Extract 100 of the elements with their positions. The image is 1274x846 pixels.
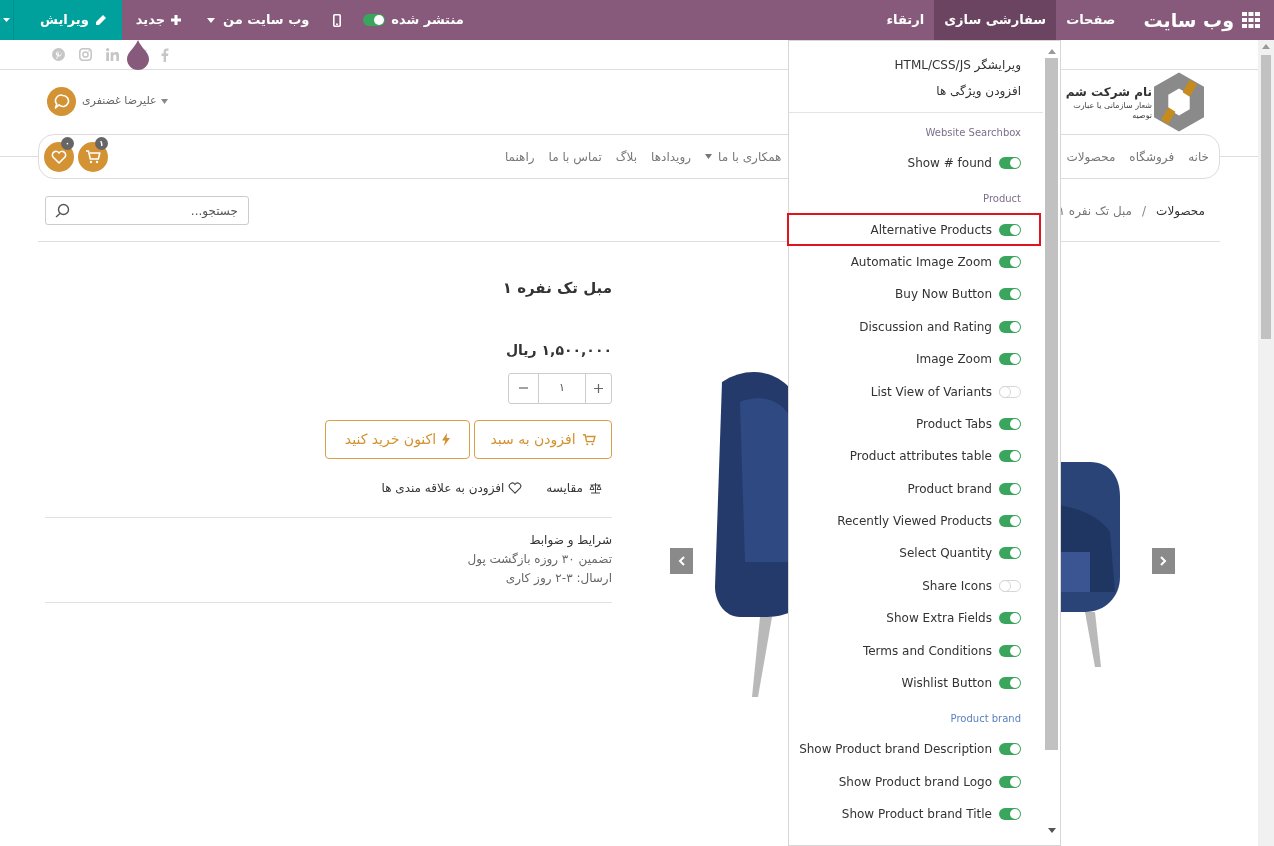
pin-circle-icon[interactable] — [52, 48, 65, 61]
count-badge: ۱ — [95, 136, 108, 150]
company-logo-icon[interactable] — [1154, 71, 1204, 132]
menu-link[interactable]: افزودن ویژگی ها — [789, 78, 1021, 104]
option-row[interactable]: Show Extra Fields — [789, 602, 1021, 635]
new-button[interactable]: جدید — [121, 0, 196, 40]
toggle-switch[interactable] — [999, 353, 1021, 366]
option-row[interactable]: Share Icons — [789, 569, 1021, 603]
balance-scale-icon — [589, 481, 602, 494]
chevron-left-icon — [678, 556, 685, 566]
menu-tab[interactable]: ارتقاء — [876, 0, 935, 40]
toggle-switch[interactable] — [999, 612, 1021, 625]
nav-link[interactable]: راهنما — [504, 147, 535, 166]
toggle-switch[interactable] — [999, 288, 1021, 301]
breadcrumb-separator: / — [1142, 202, 1147, 220]
option-row[interactable]: Show Product brand Title — [789, 798, 1021, 831]
toggle-switch[interactable] — [999, 157, 1021, 170]
my-website-menu[interactable]: وب سایت من — [195, 0, 322, 40]
option-label: Show Extra Fields — [886, 610, 992, 628]
scroll-up-icon[interactable] — [1262, 44, 1270, 49]
toggle-switch[interactable] — [999, 547, 1021, 560]
nav-link[interactable]: تماس با ما — [548, 147, 602, 166]
toggle-switch[interactable] — [999, 223, 1021, 236]
user-menu[interactable]: علیرضا غضنفری — [82, 93, 168, 110]
option-row[interactable]: Product brand — [789, 472, 1021, 505]
toggle-switch[interactable] — [999, 482, 1021, 495]
search-field[interactable]: جستجو... — [45, 196, 249, 225]
breadcrumb-item[interactable]: محصولات — [1156, 201, 1205, 220]
toggle-switch[interactable] — [999, 255, 1021, 268]
scrollbar-thumb[interactable] — [1045, 58, 1058, 750]
toggle-switch[interactable] — [999, 775, 1021, 788]
company-name: نام شرکت شم — [1065, 83, 1152, 101]
product-title: مبل تک نفره ۱ — [501, 278, 612, 299]
menu-tab[interactable]: صفحات — [1056, 0, 1126, 40]
camera-outline-icon[interactable] — [79, 48, 92, 61]
count-badge: ۰ — [61, 136, 74, 150]
toggle-switch[interactable] — [999, 450, 1021, 463]
edit-dropdown-toggle[interactable] — [0, 0, 14, 40]
page-scrollbar[interactable] — [1258, 40, 1274, 846]
toggle-switch[interactable] — [999, 320, 1021, 333]
heart-icon — [51, 149, 67, 164]
facebook-icon[interactable] — [161, 47, 169, 62]
menu-link[interactable]: ویرایشگر HTML/CSS/JS — [789, 52, 1021, 78]
chevron-right-icon — [1160, 556, 1167, 566]
option-row[interactable]: List View of Variants — [789, 375, 1021, 408]
option-row[interactable]: Product attributes table — [789, 440, 1021, 473]
toggle-switch[interactable] — [999, 644, 1021, 657]
option-row[interactable]: Show Product brand Logo — [789, 765, 1021, 799]
carousel-prev-button[interactable] — [670, 548, 693, 574]
scrollbar-thumb[interactable] — [1261, 55, 1271, 339]
option-label: Terms and Conditions — [862, 642, 992, 660]
option-row[interactable]: Automatic Image Zoom — [789, 245, 1021, 279]
nav-link[interactable]: فروشگاه — [1129, 147, 1175, 166]
mobile-preview-icon[interactable] — [333, 13, 342, 27]
option-row[interactable]: Show Product brand Description — [789, 733, 1021, 766]
chat-button[interactable] — [47, 87, 76, 116]
minus-icon — [519, 387, 528, 389]
breadcrumb-item: مبل تک نفره ۱ — [1058, 202, 1133, 220]
nav-link[interactable]: خانه — [1188, 147, 1209, 166]
nav-link[interactable]: محصولات — [1066, 147, 1116, 166]
nav-link[interactable]: همکاری با ما — [705, 147, 782, 166]
published-toggle[interactable] — [363, 14, 386, 26]
option-label: Select Quantity — [899, 545, 992, 563]
product-price: ۱,۵۰۰,۰۰۰ ریال — [504, 340, 612, 360]
toggle-switch[interactable] — [999, 385, 1021, 398]
option-row[interactable]: Buy Now Button — [789, 278, 1021, 311]
toggle-switch[interactable] — [999, 579, 1021, 592]
section-heading: Product — [982, 192, 1021, 207]
add-to-wishlist-link[interactable]: افزودن به علاقه مندی ها — [381, 478, 523, 497]
toggle-switch[interactable] — [999, 743, 1021, 756]
option-row[interactable]: Wishlist Button — [789, 666, 1021, 700]
network-profile-icon[interactable] — [106, 48, 119, 61]
toggle-switch[interactable] — [999, 677, 1021, 690]
option-row[interactable]: Discussion and Rating — [789, 310, 1021, 343]
option-label: List View of Variants — [870, 383, 992, 401]
search-icon[interactable] — [55, 203, 70, 218]
option-row[interactable]: Terms and Conditions — [789, 634, 1021, 667]
menu-tab[interactable]: سفارشی سازی — [934, 0, 1057, 40]
carousel-next-button[interactable] — [1152, 548, 1175, 574]
option-row[interactable]: Recently Viewed Products — [789, 504, 1021, 538]
toggle-switch[interactable] — [999, 808, 1021, 821]
option-row[interactable]: Show # found — [789, 147, 1021, 180]
scroll-down-icon[interactable] — [1047, 828, 1056, 833]
compare-link[interactable]: مقایسه — [546, 478, 602, 497]
scroll-up-icon[interactable] — [1047, 49, 1056, 54]
company-slogan: شعار سازمانی یا عبارت توصیه — [1072, 100, 1152, 121]
nav-link[interactable]: رویدادها — [651, 147, 691, 166]
option-label: Product attributes table — [849, 448, 992, 466]
apps-grid-icon[interactable] — [1242, 12, 1260, 28]
toggle-switch[interactable] — [999, 417, 1021, 430]
caret-icon — [207, 17, 216, 23]
quantity-stepper[interactable]: ۱ — [508, 372, 612, 404]
toggle-switch[interactable] — [999, 515, 1021, 528]
section-heading: Product brand — [949, 712, 1021, 727]
option-label: Image Zoom — [916, 351, 992, 369]
nav-link[interactable]: بلاگ — [615, 147, 638, 166]
option-row[interactable]: Product Tabs — [789, 407, 1021, 441]
option-row[interactable]: Image Zoom — [789, 342, 1021, 376]
option-row[interactable]: Select Quantity — [789, 537, 1021, 570]
highlighted-option-row[interactable]: Alternative Products — [787, 213, 1041, 246]
